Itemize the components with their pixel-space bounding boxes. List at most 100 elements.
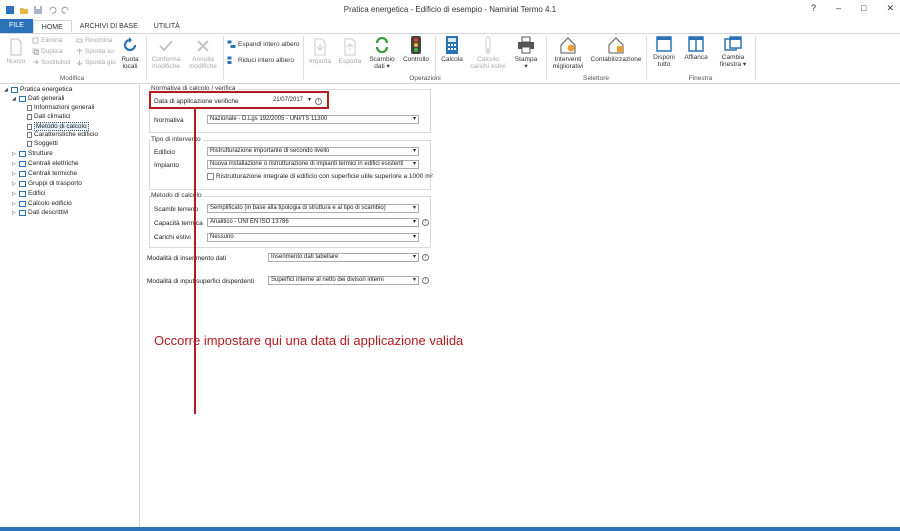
affianca-button[interactable]: Affianca [681,36,711,61]
info-icon[interactable]: i [422,254,429,261]
riduci-albero-button[interactable]: Riduci intero albero [227,56,294,65]
duplica-label: Duplica [41,48,63,55]
chevron-down-icon: ▾ [412,148,416,154]
expander-icon[interactable]: ▷ [12,191,17,197]
ruota-locali-button[interactable]: Ruota locali [118,36,142,70]
import-icon [314,38,326,56]
capacita-termica-select[interactable]: Analitico - UNI EN ISO 13786 ▾ [207,218,419,227]
espandi-albero-button[interactable]: Espandi intero albero [227,40,299,49]
cancel-x-icon [197,40,209,52]
tree-item-calcolo-edificio[interactable]: ▷ Calcolo edificio [12,200,72,207]
ribbon-separator [223,36,224,80]
expander-icon[interactable]: ▷ [12,151,17,157]
tree-item-metodo-di-calcolo[interactable]: Metodo di calcolo [27,122,89,131]
chevron-down-icon: ▾ [412,205,416,211]
annulla-modifiche-button[interactable]: Annulla modifiche [186,38,220,70]
info-icon[interactable]: i [422,277,429,284]
undo-icon[interactable] [47,5,57,15]
tile-windows-icon [688,36,704,52]
tree-item-strutture[interactable]: ▷ Strutture [12,150,53,157]
tree-item-gruppi-di-trasporto[interactable]: ▷ Gruppi di trasporto [12,180,82,187]
tree-item-label: Centrali termiche [28,170,78,177]
conferma-modifiche-button[interactable]: Conferma modifiche [148,38,184,70]
chevron-down-icon: ▾ [412,234,416,240]
title-bar: Pratica energetica - Edificio di esempio… [0,0,900,20]
carichi-estivi-select[interactable]: Nessuno ▾ [207,233,419,242]
save-icon[interactable] [33,5,43,15]
ribbon-separator [646,36,647,80]
normativa-select[interactable]: Nazionale - D.Lgs 192/2005 - UNI/TS 1130… [207,115,419,124]
tree-item-label: Pratica energetica [20,86,73,93]
expander-icon[interactable]: ▷ [12,210,17,216]
tab-archivi-di-base[interactable]: ARCHIVI DI BASE [72,20,146,33]
info-icon[interactable]: i [422,219,429,226]
export-icon [344,38,356,56]
expander-icon[interactable]: ◢ [12,96,17,102]
input-superfici-select[interactable]: Superfici interne al netto dei divisori … [268,276,419,285]
calculator-icon [446,36,458,54]
tree-item-label: Metodo di calcolo [34,122,89,131]
edificio-select[interactable]: Ristrutturazione importante di secondo l… [207,147,419,156]
controllo-button[interactable]: Controllo [400,36,432,63]
ribbon-separator [755,36,756,80]
folder-icon [19,180,26,187]
sposta-su-button[interactable]: Sposta su [76,48,114,55]
close-button[interactable]: ✕ [886,3,894,14]
tree-item-centrali-elettriche[interactable]: ▷ Centrali elettriche [12,160,79,167]
thermometer-icon [485,36,491,54]
maximize-button[interactable]: □ [861,3,866,14]
folder-icon [19,200,26,207]
impianto-select[interactable]: Nuova installazione o ristrutturazione d… [207,160,419,169]
rinomina-button[interactable]: Rinomina [76,37,112,44]
tree-item-centrali-termiche[interactable]: ▷ Centrali termiche [12,170,77,177]
esporta-button[interactable]: Esporta [336,38,364,65]
expander-icon[interactable]: ◢ [4,87,9,93]
redo-icon[interactable] [61,5,71,15]
minimize-button[interactable]: – [836,3,841,14]
sostituisci-button[interactable]: Sostituisci [32,59,70,66]
tree-item-dati-descrittivi[interactable]: ▷ Dati descrittivi [12,209,68,216]
ribbon: Nuovo Elimina Duplica Sostituisci Rinomi… [0,34,900,84]
expander-icon[interactable]: ▷ [12,201,17,207]
expander-icon[interactable]: ▷ [12,161,17,167]
expander-icon[interactable]: ▷ [12,181,17,187]
calcola-button[interactable]: Calcola [438,36,466,63]
elimina-button[interactable]: Elimina [32,37,62,44]
nuovo-button[interactable]: Nuovo [4,38,28,65]
tree-item-dati-generali[interactable]: ◢ Dati generali [12,95,65,102]
page-icon [27,131,32,138]
tree-item-soggetti[interactable]: Soggetti [27,140,58,147]
importa-button[interactable]: Importa [306,38,334,65]
window-controls: ? – □ ✕ [811,3,894,14]
ristrutturazione-integrale-checkbox[interactable] [207,173,214,180]
tree-item-edifici[interactable]: ▷ Edifici [12,190,45,197]
tree-item-pratica-energetica[interactable]: ◢ Pratica energetica [4,86,72,93]
disponi-tutto-button[interactable]: Disponi tutto [649,36,679,68]
tab-utilita[interactable]: UTILITÀ [146,20,188,33]
ristrutturazione-integrale-label: Ristrutturazione integrale di edificio c… [216,173,433,180]
duplica-button[interactable]: Duplica [32,48,63,55]
interventi-migliorativi-button[interactable]: Interventi migliorativi [548,36,588,70]
modalita-inserimento-select[interactable]: Inserimento dati tabellare ▾ [268,253,419,262]
stampa-button[interactable]: Stampa ▾ [512,36,540,70]
project-tree: ◢ Pratica energetica ◢ Dati generali Infor… [0,84,140,529]
esporta-label: Esporta [338,58,362,65]
tree-item-label: Dati descrittivi [28,209,69,216]
tab-home[interactable]: HOME [32,20,72,33]
scambio-dati-button[interactable]: Scambio dati ▾ [366,36,398,70]
contabilizzazione-button[interactable]: Contabilizzazione [590,36,642,63]
tab-file[interactable]: FILE [0,19,33,33]
traffic-light-icon [411,36,421,54]
calcolo-carichi-estivi-button[interactable]: Calcolo carichi estivi [468,36,508,70]
tree-item-informazioni-generali[interactable]: Informazioni generali [27,104,94,111]
scambi-terreno-select[interactable]: Semplificato (in base alla tipologia di … [207,204,419,213]
help-button[interactable]: ? [811,3,816,14]
cambia-finestra-button[interactable]: Cambia finestra ▾ [714,36,752,68]
conferma-label-2: modifiche [152,63,180,70]
tree-item-dati-climatici[interactable]: Dati climatici [27,113,70,120]
open-folder-icon[interactable] [19,5,29,15]
tree-item-caratteristiche-edificio[interactable]: Caratteristiche edificio [27,131,98,138]
expander-icon[interactable]: ▷ [12,171,17,177]
sposta-giu-button[interactable]: Sposta giù [76,59,116,66]
sostituisci-label: Sostituisci [41,59,71,66]
